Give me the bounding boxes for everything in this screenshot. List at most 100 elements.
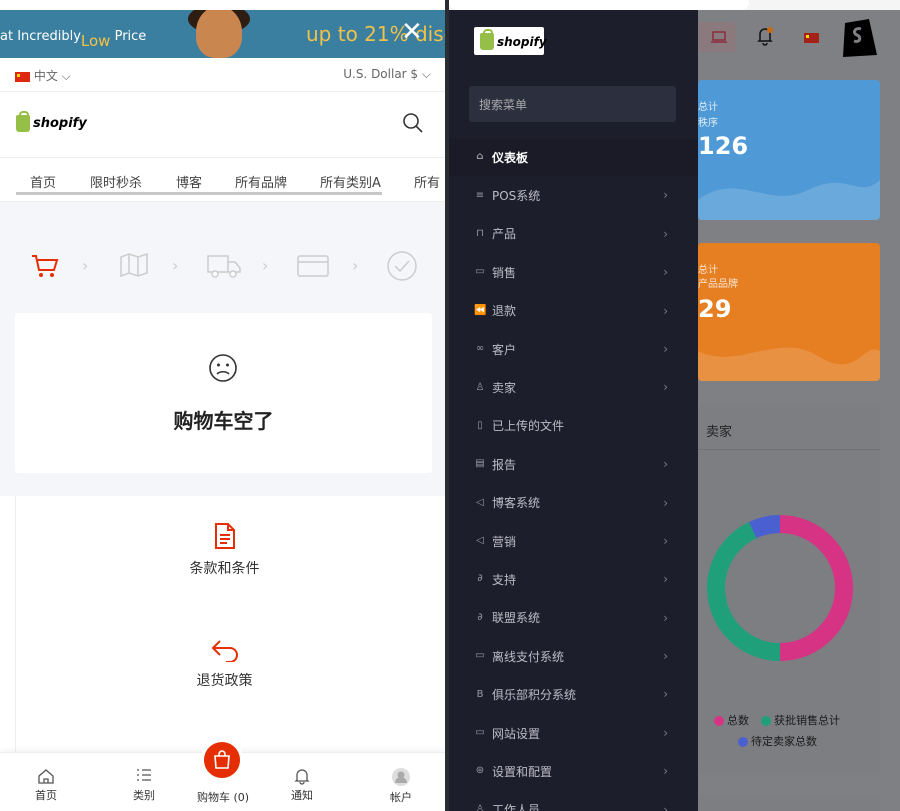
stat-label-total: 总计 bbox=[698, 265, 718, 276]
nav-item-brands[interactable]: 所有品牌 bbox=[235, 172, 287, 191]
sidebar-item-label: 支持 bbox=[492, 572, 517, 587]
sidebar-item-label: 网站设置 bbox=[492, 726, 541, 741]
nav-item-more[interactable]: 所有 bbox=[414, 172, 440, 191]
policy-links: 条款和条件 退货政策 bbox=[15, 496, 445, 756]
shopify-bag-icon bbox=[480, 29, 494, 50]
bottom-nav-cart-button[interactable] bbox=[201, 739, 243, 781]
chevron-right-icon: › bbox=[663, 802, 668, 811]
shopify-logo: shopify bbox=[480, 29, 547, 50]
chevron-right-icon: › bbox=[663, 495, 668, 510]
chevron-right-icon: › bbox=[172, 256, 179, 275]
sidebar-item-8[interactable]: ▤ 报告 › bbox=[449, 445, 698, 483]
terms-link[interactable]: 条款和条件 bbox=[16, 522, 433, 578]
sidebar-item-2[interactable]: ⊓ 产品 › bbox=[449, 215, 698, 253]
donut-slice-0[interactable] bbox=[779, 515, 853, 661]
nav-item-flash-sale[interactable]: 限时秒杀 bbox=[90, 172, 142, 191]
sidebar-item-label: 设置和配置 bbox=[492, 764, 553, 779]
admin-sidebar: shopify 搜索菜单 ⌂ 仪表板 ≡ POS系统 › ⊓ 产品 › ▭ 销售 › ⏪ 退款 › ∞ 客户 ›… bbox=[449, 10, 698, 811]
nav-scrollbar[interactable] bbox=[16, 192, 382, 195]
cart-step-icon bbox=[32, 255, 59, 277]
legend-item-pending[interactable]: 待定卖家总数 bbox=[738, 733, 817, 749]
sidebar-item-12[interactable]: ∂ 联盟系统 › bbox=[449, 599, 698, 637]
user-icon: ♙ bbox=[475, 803, 485, 811]
chart-card-title: 卖家 bbox=[698, 405, 880, 450]
donut-slice-1[interactable] bbox=[707, 521, 781, 661]
sidebar-item-6[interactable]: ♙ 卖家 › bbox=[449, 368, 698, 406]
currency-selector[interactable]: U.S. Dollar $ ⌵ bbox=[343, 67, 431, 82]
bell-icon bbox=[294, 769, 310, 785]
empty-cart-message: 购物车空了 bbox=[173, 409, 274, 433]
stat-value-brands: 29 bbox=[698, 295, 732, 323]
bottom-nav-home[interactable]: 首页 bbox=[11, 767, 81, 803]
chevron-right-icon: › bbox=[262, 256, 269, 275]
shopify-avatar-icon[interactable] bbox=[839, 15, 881, 59]
return-policy-link[interactable]: 退货政策 bbox=[16, 638, 433, 690]
legend-item-approved[interactable]: 获批销售总计 bbox=[761, 712, 840, 728]
money-icon: ▭ bbox=[475, 266, 485, 278]
donut-slice-2[interactable] bbox=[748, 515, 781, 539]
bullhorn-icon: ◁ bbox=[476, 535, 484, 547]
sidebar-logo[interactable]: shopify bbox=[474, 27, 547, 55]
nav-item-blog[interactable]: 博客 bbox=[176, 172, 202, 191]
sidebar-item-1[interactable]: ≡ POS系统 › bbox=[449, 176, 698, 214]
chevron-right-icon: › bbox=[663, 457, 668, 472]
list-icon bbox=[137, 769, 151, 781]
sidebar-item-4[interactable]: ⏪ 退款 › bbox=[449, 292, 698, 330]
chevron-right-icon: › bbox=[663, 725, 668, 740]
promo-banner[interactable]: at IncrediblyLow Price up to 21% disco ✕ bbox=[0, 10, 445, 58]
nav-item-home[interactable]: 首页 bbox=[30, 172, 56, 191]
sidebar-item-17[interactable]: ♙ 工作人员 › bbox=[449, 791, 698, 811]
sidebar-item-label: 销售 bbox=[492, 265, 517, 280]
sidebar-item-13[interactable]: ▭ 离线支付系统 › bbox=[449, 637, 698, 675]
bottom-nav-notifications[interactable]: 通知 bbox=[267, 767, 337, 803]
bullhorn-icon: ◁ bbox=[476, 496, 484, 508]
sad-face-icon bbox=[209, 354, 237, 382]
bitcoin-icon: B bbox=[476, 688, 484, 700]
sidebar-item-label: 营销 bbox=[492, 534, 517, 549]
sidebar-item-label: 产品 bbox=[492, 227, 517, 242]
china-flag-icon[interactable] bbox=[804, 33, 819, 43]
close-banner-button[interactable]: ✕ bbox=[401, 18, 423, 46]
bell-icon[interactable] bbox=[756, 26, 774, 46]
bottom-nav-cart-label[interactable]: 购物车 (0) bbox=[188, 789, 258, 805]
legend-item-total[interactable]: 总数 bbox=[714, 712, 749, 728]
home-icon: ⌂ bbox=[476, 151, 484, 163]
desktop-icon: ▭ bbox=[475, 727, 485, 739]
chevron-right-icon: › bbox=[663, 687, 668, 702]
bottom-nav: 首页 类别 购物车 (0) 通知 帐户 bbox=[0, 739, 445, 811]
promo-text-right: up to 21% disco bbox=[306, 22, 445, 46]
file-icon: ▤ bbox=[475, 458, 485, 470]
stat-card-orders: 总计 秩序 126 bbox=[698, 80, 880, 220]
frontend-button[interactable] bbox=[698, 22, 736, 52]
stat-wave bbox=[698, 347, 880, 381]
promo-text-left: at IncrediblyLow Price bbox=[0, 29, 147, 50]
chevron-right-icon: › bbox=[663, 764, 668, 779]
screenshot-root: at IncrediblyLow Price up to 21% disco ✕… bbox=[0, 0, 900, 811]
search-icon[interactable] bbox=[402, 112, 424, 134]
bottom-nav-account[interactable]: 帐户 bbox=[366, 767, 436, 805]
sidebar-item-7[interactable]: ▯ 已上传的文件 bbox=[449, 407, 698, 445]
storefront-panel: at IncrediblyLow Price up to 21% disco ✕… bbox=[0, 0, 445, 811]
map-step-icon bbox=[120, 252, 148, 278]
chevron-right-icon: › bbox=[663, 265, 668, 280]
sidebar-item-9[interactable]: ◁ 博客系统 › bbox=[449, 484, 698, 522]
sidebar-item-0[interactable]: ⌂ 仪表板 bbox=[449, 138, 698, 177]
sidebar-item-14[interactable]: B 俱乐部积分系统 › bbox=[449, 675, 698, 713]
nav-item-categories[interactable]: 所有类别A bbox=[320, 172, 381, 191]
sidebar-item-3[interactable]: ▭ 销售 › bbox=[449, 253, 698, 291]
sidebar-item-10[interactable]: ◁ 营销 › bbox=[449, 522, 698, 560]
laptop-icon bbox=[711, 31, 727, 43]
admin-header bbox=[698, 0, 900, 70]
chevron-right-icon: › bbox=[663, 341, 668, 356]
user-icon: ♙ bbox=[475, 381, 485, 393]
chevron-right-icon: › bbox=[82, 256, 89, 275]
sellers-chart-card: 卖家 总数 获批销售总计 待定卖家总数 bbox=[698, 405, 880, 775]
sidebar-item-5[interactable]: ∞ 客户 › bbox=[449, 330, 698, 368]
shopify-logo[interactable]: shopify bbox=[16, 111, 87, 132]
sidebar-item-16[interactable]: ⊛ 设置和配置 › bbox=[449, 752, 698, 790]
menu-search-input[interactable]: 搜索菜单 bbox=[469, 86, 676, 122]
language-selector[interactable]: 中文 ⌵ bbox=[15, 67, 71, 84]
sidebar-item-11[interactable]: ∂ 支持 › bbox=[449, 560, 698, 598]
bottom-nav-categories[interactable]: 类别 bbox=[109, 767, 179, 803]
sidebar-item-15[interactable]: ▭ 网站设置 › bbox=[449, 714, 698, 752]
